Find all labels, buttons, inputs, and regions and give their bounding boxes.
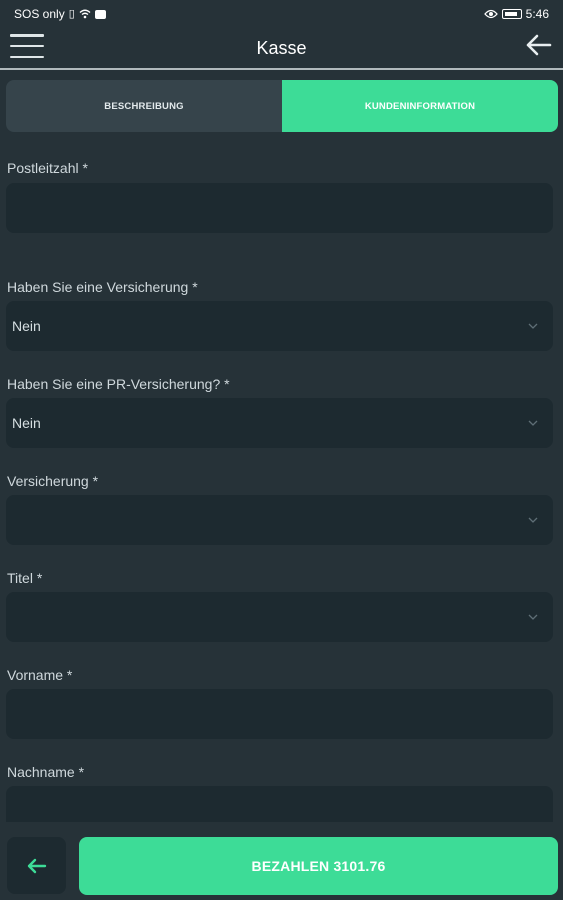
tab-bar: BESCHREIBUNG KUNDENINFORMATION [6, 80, 558, 132]
select-value: Nein [12, 415, 41, 431]
versicherung-question-select[interactable]: Nein [6, 301, 553, 351]
app-bar: Kasse [0, 28, 563, 68]
app-bar-divider [0, 68, 563, 70]
tab-kundeninformation[interactable]: KUNDENINFORMATION [282, 80, 558, 132]
versicherung-question-label: Haben Sie eine Versicherung * [7, 279, 198, 295]
versicherung-label: Versicherung * [7, 473, 99, 489]
tab-label: BESCHREIBUNG [104, 100, 184, 112]
pr-versicherung-select[interactable]: Nein [6, 398, 553, 448]
pay-button[interactable]: BEZAHLEN 3101.76 [79, 837, 558, 895]
battery-icon [501, 9, 522, 19]
tab-label: KUNDENINFORMATION [364, 100, 476, 112]
chevron-down-icon [528, 614, 538, 620]
status-bar-left: SOS only ▯ [14, 7, 106, 21]
postleitzahl-input[interactable] [6, 183, 553, 233]
tab-beschreibung[interactable]: BESCHREIBUNG [6, 80, 282, 132]
arrow-left-icon[interactable] [523, 30, 553, 60]
versicherung-select[interactable] [6, 495, 553, 545]
vorname-input[interactable] [6, 689, 553, 739]
back-button[interactable] [7, 837, 66, 894]
pr-versicherung-label: Haben Sie eine PR-Versicherung? * [7, 376, 230, 392]
clock-text: 5:46 [525, 7, 549, 21]
chevron-down-icon [528, 420, 538, 426]
sim-icon: ▯ [68, 7, 75, 20]
postleitzahl-label: Postleitzahl * [7, 160, 88, 176]
arrow-left-icon [27, 858, 46, 873]
titel-select[interactable] [6, 592, 553, 642]
status-bar: SOS only ▯ 5:46 [0, 0, 563, 28]
page-title: Kasse [256, 37, 307, 58]
eye-icon [483, 9, 498, 19]
chevron-down-icon [528, 517, 538, 523]
carrier-text: SOS only [14, 7, 65, 21]
bottom-bar: BEZAHLEN 3101.76 [0, 822, 563, 900]
wifi-icon [79, 9, 91, 19]
status-bar-right: 5:46 [483, 7, 549, 21]
nachname-label: Nachname * [7, 764, 85, 780]
pay-button-label: BEZAHLEN 3101.76 [251, 858, 386, 874]
chevron-down-icon [528, 323, 538, 329]
checkout-screen: SOS only ▯ 5:46 Kasse BESCHREIBUNG KUNDE… [0, 0, 563, 900]
vorname-label: Vorname * [7, 667, 73, 683]
hamburger-menu-icon[interactable] [10, 32, 44, 60]
message-icon [94, 9, 106, 19]
select-value: Nein [12, 318, 41, 334]
titel-label: Titel * [7, 570, 43, 586]
